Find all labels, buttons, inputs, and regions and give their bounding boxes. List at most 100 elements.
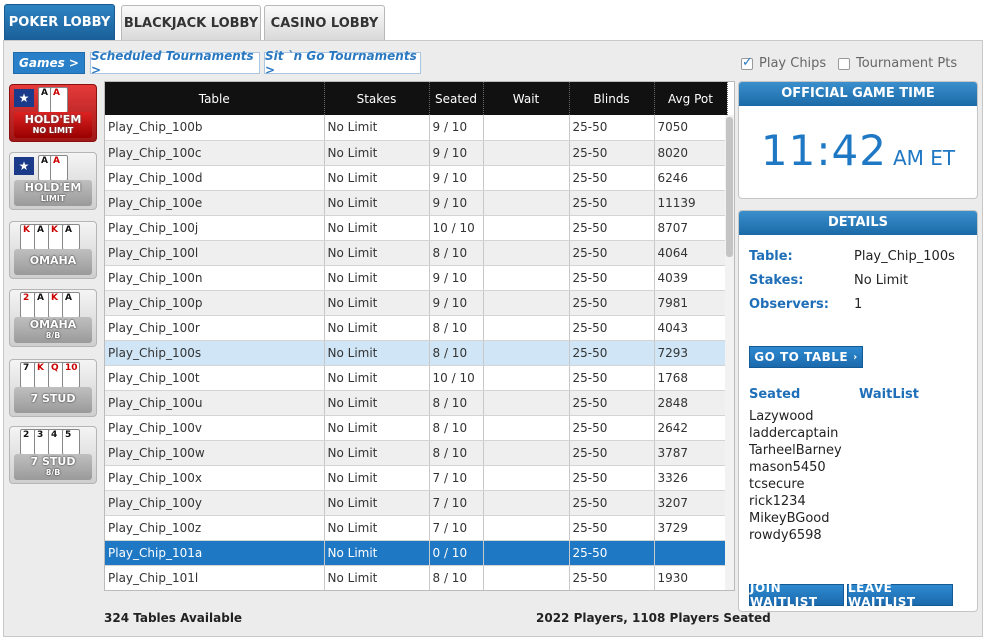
game-omaha-8b[interactable]: 2AKA OMAHA 8/B <box>9 289 97 347</box>
details-panel: DETAILS Table: Play_Chip_100s Stakes: No… <box>738 210 978 612</box>
cell-wait <box>483 240 570 266</box>
cell-stakes: No Limit <box>324 265 430 291</box>
cell-blinds: 25-50 <box>569 115 655 141</box>
cell-blinds: 25-50 <box>569 565 655 590</box>
leave-waitlist-button[interactable]: LEAVE WAITLIST <box>847 581 953 609</box>
seated-heading: Seated <box>749 387 801 402</box>
cell-table: Play_Chip_100c <box>105 140 325 166</box>
game-time-display: 11:42 AM ET <box>739 126 977 175</box>
cell-table: Play_Chip_100p <box>105 290 325 316</box>
seated-player: MikeyBGood <box>749 511 830 526</box>
cell-seated: 10 / 10 <box>429 215 484 241</box>
cell-avg-pot: 7050 <box>654 115 728 141</box>
cell-seated: 8 / 10 <box>429 240 484 266</box>
cell-avg-pot <box>654 540 728 566</box>
table-row[interactable]: Play_Chip_100s No Limit 8 / 10 25-50 7293 <box>105 340 728 366</box>
tab-blackjack-lobby[interactable]: BLACKJACK LOBBY <box>121 5 261 40</box>
table-row[interactable]: Play_Chip_100z No Limit 7 / 10 25-50 3729 <box>105 515 728 541</box>
cell-stakes: No Limit <box>324 540 430 566</box>
scrollbar-thumb[interactable] <box>726 117 733 257</box>
column-header-stakes[interactable]: Stakes <box>324 82 430 115</box>
cell-avg-pot: 3787 <box>654 440 728 466</box>
cell-seated: 7 / 10 <box>429 465 484 491</box>
cell-seated: 8 / 10 <box>429 565 484 590</box>
cell-stakes: No Limit <box>324 340 430 366</box>
game-7-stud-8b[interactable]: 2345 7 STUD 8/B <box>9 426 97 484</box>
play-chips-option[interactable]: Play Chips <box>741 55 826 71</box>
game-time-title: OFFICIAL GAME TIME <box>739 82 977 106</box>
table-row[interactable]: Play_Chip_100u No Limit 8 / 10 25-50 2848 <box>105 390 728 416</box>
cell-stakes: No Limit <box>324 165 430 191</box>
chevron-right-icon: › <box>853 351 858 363</box>
cell-seated: 7 / 10 <box>429 490 484 516</box>
tab-poker-lobby[interactable]: POKER LOBBY <box>4 4 115 40</box>
tables-available: 324 Tables Available <box>104 611 243 625</box>
table-row[interactable]: Play_Chip_100p No Limit 9 / 10 25-50 7981 <box>105 290 728 316</box>
table-row[interactable]: Play_Chip_100n No Limit 9 / 10 25-50 4039 <box>105 265 728 291</box>
table-row[interactable]: Play_Chip_100t No Limit 10 / 10 25-50 1768 <box>105 365 728 391</box>
subtab-sit-n-go[interactable]: Sit `n Go Tournaments > <box>264 49 421 77</box>
game-label: 7 STUD <box>30 392 76 405</box>
cell-table: Play_Chip_100z <box>105 515 325 541</box>
cell-seated: 9 / 10 <box>429 290 484 316</box>
cell-blinds: 25-50 <box>569 390 655 416</box>
table-row[interactable]: Play_Chip_100d No Limit 9 / 10 25-50 6246 <box>105 165 728 191</box>
game-7-stud[interactable]: 7 K Q 10 7 STUD <box>9 359 97 417</box>
tournament-pts-checkbox[interactable] <box>838 57 850 70</box>
table-row[interactable]: Play_Chip_100r No Limit 8 / 10 25-50 4043 <box>105 315 728 341</box>
cell-wait <box>483 540 570 566</box>
table-row[interactable]: Play_Chip_100j No Limit 10 / 10 25-50 8707 <box>105 215 728 241</box>
seated-player: Lazywood <box>749 409 814 424</box>
cell-stakes: No Limit <box>324 115 430 141</box>
table-row[interactable]: Play_Chip_100x No Limit 7 / 10 25-50 3326 <box>105 465 728 491</box>
play-chips-checkbox[interactable] <box>741 55 753 70</box>
tournament-pts-option[interactable]: Tournament Pts <box>838 56 957 71</box>
scrollbar[interactable] <box>725 115 734 590</box>
subtab-scheduled-tournaments[interactable]: Scheduled Tournaments > <box>90 49 260 77</box>
column-header-seated[interactable]: Seated <box>429 82 484 115</box>
cell-wait <box>483 190 570 216</box>
column-header-wait[interactable]: Wait <box>483 82 570 115</box>
table-row[interactable]: Play_Chip_100l No Limit 8 / 10 25-50 4064 <box>105 240 728 266</box>
cell-blinds: 25-50 <box>569 515 655 541</box>
table-row[interactable]: Play_Chip_100v No Limit 8 / 10 25-50 2642 <box>105 415 728 441</box>
cell-stakes: No Limit <box>324 515 430 541</box>
cell-seated: 8 / 10 <box>429 315 484 341</box>
cell-blinds: 25-50 <box>569 315 655 341</box>
column-header-blinds[interactable]: Blinds <box>569 82 655 115</box>
cell-seated: 0 / 10 <box>429 540 484 566</box>
cell-stakes: No Limit <box>324 290 430 316</box>
seated-player: tcsecure <box>749 477 805 492</box>
column-header-table[interactable]: Table <box>105 82 325 115</box>
table-row[interactable]: Play_Chip_101l No Limit 8 / 10 25-50 1930 <box>105 565 728 590</box>
tab-casino-lobby[interactable]: CASINO LOBBY <box>264 5 385 40</box>
cell-avg-pot: 3326 <box>654 465 728 491</box>
tables-grid: Table Stakes Seated Wait Blinds Avg Pot … <box>105 82 728 590</box>
detail-stakes-value: No Limit <box>854 273 909 288</box>
table-row[interactable]: Play_Chip_101a No Limit 0 / 10 25-50 <box>105 540 728 566</box>
table-row[interactable]: Play_Chip_100c No Limit 9 / 10 25-50 8020 <box>105 140 728 166</box>
game-holdem-no-limit[interactable]: ★ AA HOLD'EM NO LIMIT <box>9 84 97 142</box>
cell-avg-pot: 7981 <box>654 290 728 316</box>
game-holdem-limit[interactable]: ★ AA HOLD'EM LIMIT <box>9 152 97 210</box>
table-row[interactable]: Play_Chip_100y No Limit 7 / 10 25-50 3207 <box>105 490 728 516</box>
lobby-tabs: POKER LOBBY BLACKJACK LOBBY CASINO LOBBY <box>0 0 986 40</box>
game-sublabel: 8/B <box>45 468 61 477</box>
game-omaha[interactable]: KAKA OMAHA <box>9 221 97 279</box>
cell-wait <box>483 465 570 491</box>
cell-avg-pot: 2642 <box>654 415 728 441</box>
table-row[interactable]: Play_Chip_100b No Limit 9 / 10 25-50 7050 <box>105 115 728 141</box>
game-label: OMAHA <box>29 254 77 267</box>
cell-stakes: No Limit <box>324 215 430 241</box>
table-row[interactable]: Play_Chip_100e No Limit 9 / 10 25-50 11139 <box>105 190 728 216</box>
cell-wait <box>483 440 570 466</box>
cell-avg-pot: 1930 <box>654 565 728 590</box>
cell-seated: 7 / 10 <box>429 515 484 541</box>
go-to-table-button[interactable]: GO TO TABLE › <box>749 346 863 368</box>
cell-stakes: No Limit <box>324 140 430 166</box>
table-row[interactable]: Play_Chip_100w No Limit 8 / 10 25-50 3787 <box>105 440 728 466</box>
subtab-games[interactable]: Games > <box>13 52 85 74</box>
cell-table: Play_Chip_100t <box>105 365 325 391</box>
join-waitlist-button[interactable]: JOIN WAITLIST <box>749 581 844 609</box>
column-header-avg-pot[interactable]: Avg Pot <box>654 82 728 115</box>
